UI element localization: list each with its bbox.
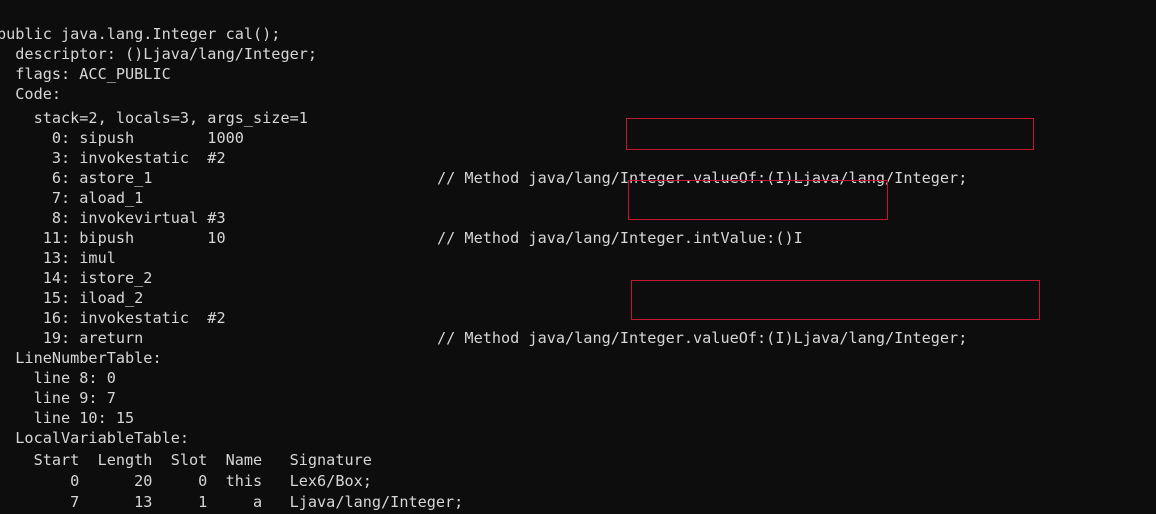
bytecode-row: 3: invokestatic #2 // Method java/lang/I… [0,128,967,187]
bytecode-row: 16: invokestatic #2 // Method java/lang/… [0,288,968,347]
local-variable-column-header-text: Start Length Slot Name Signature [0,451,372,469]
annotation-box-valueof-boxing-return [631,280,1040,320]
bytecode-row: 13: imul [0,228,116,267]
line-number-table-row: line 8: 0 [0,348,116,387]
local-variable-entry-text: 0 20 0 this Lex6/Box; [0,472,372,490]
line-number-table-row: line 10: 15 [0,388,135,427]
bytecode-comment-text: // Method java/lang/Integer.valueOf:(I)L… [437,169,968,187]
local-variable-table-row: 7 13 1 a Ljava/lang/Integer; [0,472,463,511]
method-flags-line: flags: ACC_PUBLIC [0,44,170,83]
bytecode-comment-text: // Method java/lang/Integer.valueOf:(I)L… [437,329,968,347]
local-variable-table-header: LocalVariableTable: [0,408,189,447]
bytecode-row: 11: bipush 10 [0,208,226,247]
code-attribute-label: Code: [0,64,61,103]
bytecode-row: 0: sipush 1000 [0,108,244,147]
bytecode-instruction-text: 0: sipush 1000 [0,129,244,147]
bytecode-row: 6: astore_1 [0,148,153,187]
line-number-table-row: line 9: 7 [0,368,116,407]
terminal-window: public java.lang.Integer cal(); descript… [0,0,1156,514]
bytecode-comment-text: // Method java/lang/Integer.intValue:()I [437,229,803,247]
local-variable-entry-text: 7 13 1 a Ljava/lang/Integer; [0,493,464,511]
annotation-box-valueof-boxing [626,118,1034,150]
bytecode-row: 7: aload_1 [0,168,143,207]
method-signature-line: public java.lang.Integer cal(); [0,4,280,43]
bytecode-row: 14: istore_2 [0,248,153,287]
bytecode-row: 19: areturn [0,308,144,347]
method-descriptor-line: descriptor: ()Ljava/lang/Integer; [0,24,317,63]
bytecode-row: 8: invokevirtual #3 // Method java/lang/… [0,188,803,247]
stack-locals-args-line: stack=2, locals=3, args_size=1 [0,88,308,127]
line-number-table-header: LineNumberTable: [0,328,161,367]
method-descriptor-text: descriptor: ()Ljava/lang/Integer; [0,45,318,63]
local-variable-table-row: 0 20 0 this Lex6/Box; [0,451,372,490]
stack-locals-args-text: stack=2, locals=3, args_size=1 [0,109,308,127]
local-variable-table-row: 15 5 2 b I [0,493,37,513]
bytecode-row: 15: iload_2 [0,268,144,307]
method-signature-text: public java.lang.Integer cal(); [0,25,281,43]
local-variable-table-column-headers: Start Length Slot Name Signature [0,430,372,469]
